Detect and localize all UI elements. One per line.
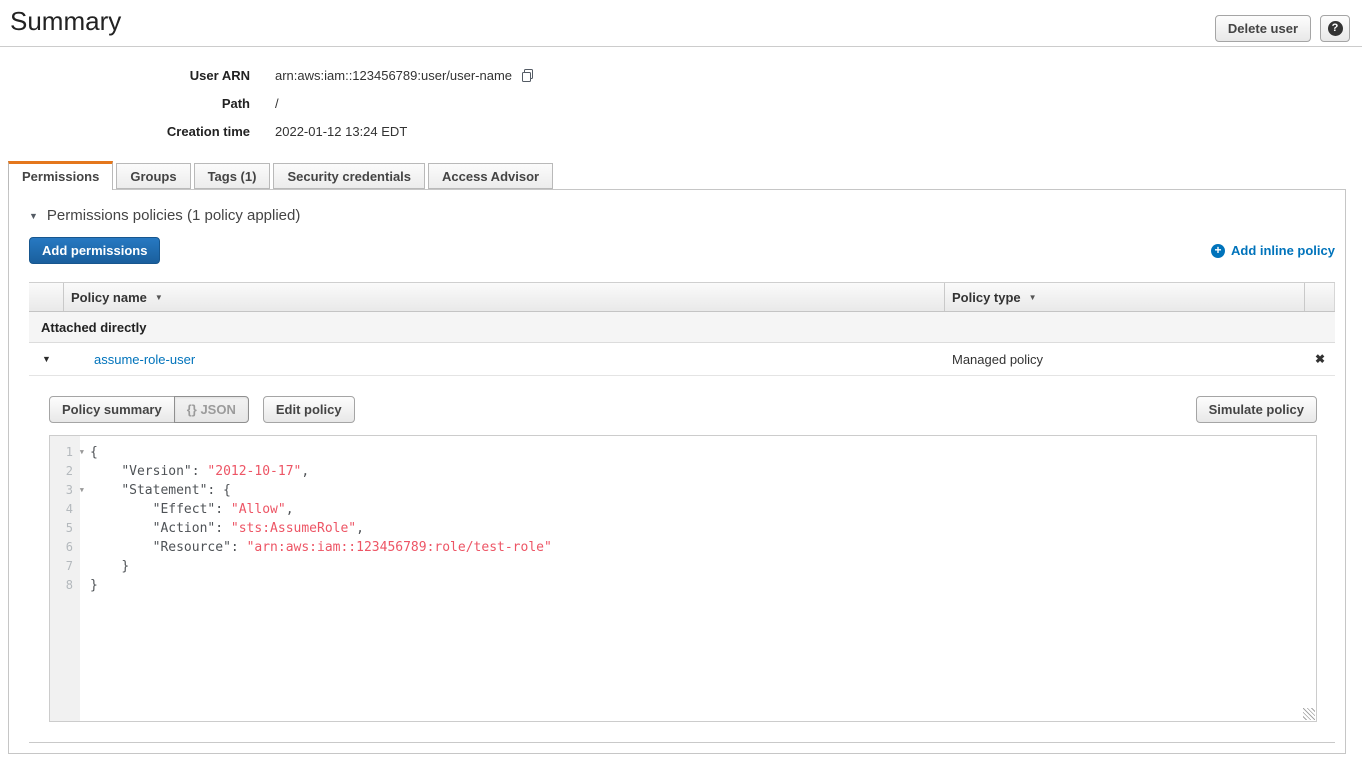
policy-view-button-group: Policy summary {} JSON xyxy=(49,396,249,423)
json-editor[interactable]: 1▼23▼45678 { "Version": "2012-10-17", "S… xyxy=(49,435,1317,722)
user-arn-value: arn:aws:iam::123456789:user/user-name xyxy=(275,68,512,83)
permissions-policies-section-toggle[interactable]: ▼ Permissions policies (1 policy applied… xyxy=(29,207,1335,224)
collapse-caret-icon: ▼ xyxy=(29,211,38,221)
line-number: 3▼ xyxy=(50,481,80,500)
policy-detail-toolbar: Policy summary {} JSON Edit policy Simul… xyxy=(49,396,1335,423)
line-number: 6 xyxy=(50,538,80,557)
attached-directly-group-row: Attached directly xyxy=(29,312,1335,343)
code-line: "Version": "2012-10-17", xyxy=(90,462,1316,481)
editor-code[interactable]: { "Version": "2012-10-17", "Statement": … xyxy=(80,436,1316,721)
policy-name-header-label: Policy name xyxy=(71,290,147,305)
row-expand-caret[interactable]: ▼ xyxy=(29,354,64,364)
path-value: / xyxy=(275,96,279,111)
user-arn-row: User ARN arn:aws:iam::123456789:user/use… xyxy=(0,61,1362,89)
simulate-policy-button[interactable]: Simulate policy xyxy=(1196,396,1317,423)
creation-time-row: Creation time 2022-01-12 13:24 EDT xyxy=(0,117,1362,145)
plus-circle-icon: + xyxy=(1211,244,1225,258)
tab-security-credentials[interactable]: Security credentials xyxy=(273,163,425,189)
delete-user-button[interactable]: Delete user xyxy=(1215,15,1311,42)
topbar-actions: Delete user ? xyxy=(1215,15,1350,42)
code-line: "Resource": "arn:aws:iam::123456789:role… xyxy=(90,538,1316,557)
policy-type-header-label: Policy type xyxy=(952,290,1021,305)
edit-policy-button[interactable]: Edit policy xyxy=(263,396,355,423)
dropdown-caret-icon: ▼ xyxy=(155,293,163,302)
add-inline-policy-label: Add inline policy xyxy=(1231,243,1335,258)
json-view-button[interactable]: {} JSON xyxy=(174,396,249,423)
line-number: 8 xyxy=(50,576,80,595)
code-line: "Action": "sts:AssumeRole", xyxy=(90,519,1316,538)
user-arn-label: User ARN xyxy=(0,68,250,83)
policy-detail-panel: Policy summary {} JSON Edit policy Simul… xyxy=(29,376,1335,743)
line-number: 4 xyxy=(50,500,80,519)
code-line: } xyxy=(90,557,1316,576)
question-mark-icon: ? xyxy=(1328,21,1343,36)
policy-table-header: Policy name ▼ Policy type ▼ xyxy=(29,282,1335,312)
editor-resize-handle[interactable] xyxy=(1303,708,1315,720)
dropdown-caret-icon: ▼ xyxy=(1029,293,1037,302)
permissions-policies-title: Permissions policies (1 policy applied) xyxy=(47,207,300,224)
tab-groups[interactable]: Groups xyxy=(116,163,190,189)
tab-permissions[interactable]: Permissions xyxy=(8,161,113,190)
user-arn-value-wrap: arn:aws:iam::123456789:user/user-name xyxy=(275,68,535,83)
code-line: } xyxy=(90,576,1316,595)
copy-icon[interactable] xyxy=(520,68,535,83)
policy-view-buttons: Policy summary {} JSON Edit policy xyxy=(49,396,355,423)
line-number: 2 xyxy=(50,462,80,481)
tab-bar: Permissions Groups Tags (1) Security cre… xyxy=(0,160,1362,189)
help-button[interactable]: ? xyxy=(1320,15,1350,42)
expand-column-header xyxy=(29,283,64,311)
permissions-panel: ▼ Permissions policies (1 policy applied… xyxy=(8,189,1346,754)
code-line: "Statement": { xyxy=(90,481,1316,500)
path-label: Path xyxy=(0,96,250,111)
add-permissions-button[interactable]: Add permissions xyxy=(29,237,160,264)
line-number: 1▼ xyxy=(50,443,80,462)
tab-tags[interactable]: Tags (1) xyxy=(194,163,271,189)
policy-type-cell: Managed policy xyxy=(945,352,1305,367)
policy-row: ▼ assume-role-user Managed policy ✖ xyxy=(29,343,1335,376)
creation-time-value: 2022-01-12 13:24 EDT xyxy=(275,124,407,139)
page-title: Summary xyxy=(10,6,121,37)
policy-name-cell: assume-role-user xyxy=(64,352,945,367)
policy-type-column-header[interactable]: Policy type ▼ xyxy=(945,283,1305,311)
policy-name-link[interactable]: assume-role-user xyxy=(94,352,195,367)
path-row: Path / xyxy=(0,89,1362,117)
code-line: { xyxy=(90,443,1316,462)
policy-summary-button[interactable]: Policy summary xyxy=(49,396,175,423)
code-line: "Effect": "Allow", xyxy=(90,500,1316,519)
policy-name-column-header[interactable]: Policy name ▼ xyxy=(64,283,945,311)
line-number: 7 xyxy=(50,557,80,576)
fold-caret-icon[interactable]: ▼ xyxy=(80,481,84,500)
tab-access-advisor[interactable]: Access Advisor xyxy=(428,163,553,189)
user-details: User ARN arn:aws:iam::123456789:user/use… xyxy=(0,61,1362,145)
line-number: 5 xyxy=(50,519,80,538)
fold-caret-icon[interactable]: ▼ xyxy=(80,443,84,462)
creation-time-label: Creation time xyxy=(0,124,250,139)
policy-actions-row: Add permissions + Add inline policy xyxy=(29,237,1335,264)
policy-table: Policy name ▼ Policy type ▼ Attached dir… xyxy=(29,282,1335,743)
add-inline-policy-link[interactable]: + Add inline policy xyxy=(1211,243,1335,258)
editor-gutter: 1▼23▼45678 xyxy=(50,436,80,721)
remove-policy-x-icon[interactable]: ✖ xyxy=(1305,352,1335,366)
topbar: Summary Delete user ? xyxy=(0,0,1362,47)
actions-column-header xyxy=(1305,283,1335,311)
